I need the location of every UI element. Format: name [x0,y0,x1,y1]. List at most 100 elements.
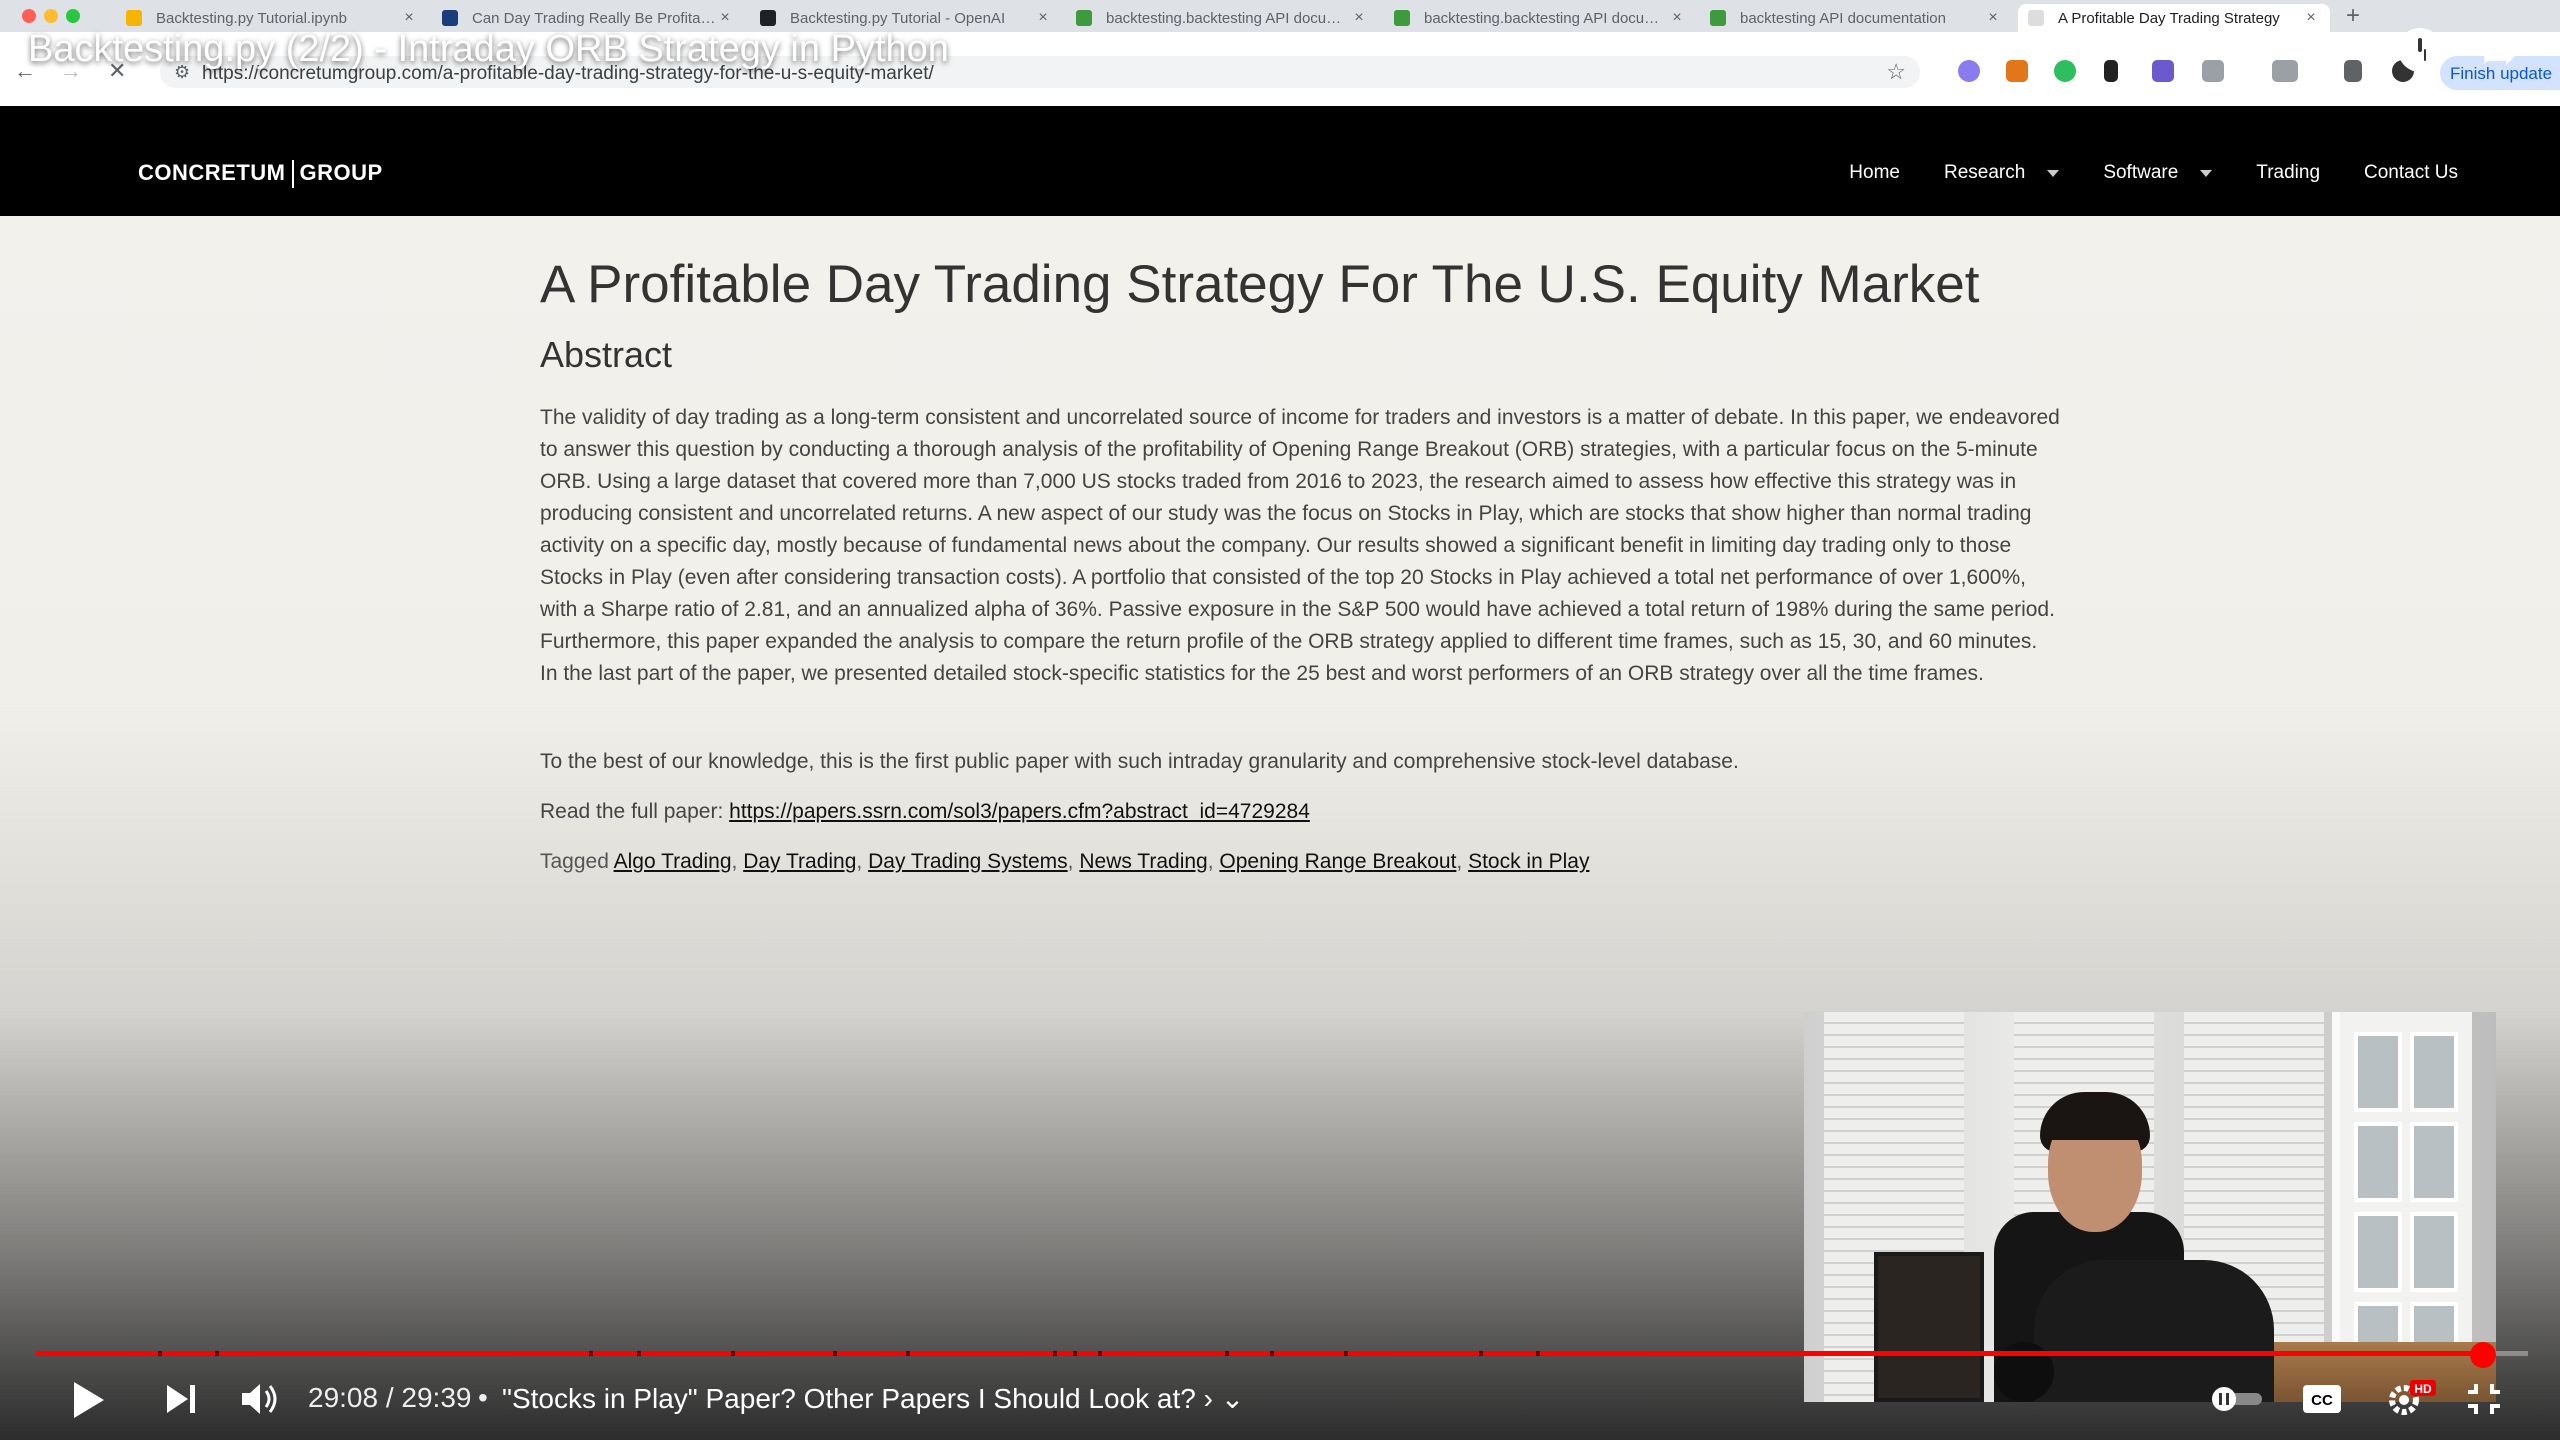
tagged-label: Tagged [540,850,609,873]
abstract-heading: Abstract [540,334,673,375]
nav-item-trading[interactable]: Trading [2256,162,2320,184]
logo-right-text: GROUP [299,160,383,185]
tag-link[interactable]: Stock in Play [1468,850,1589,873]
chapter-title[interactable]: "Stocks in Play" Paper? Other Papers I S… [502,1382,1244,1415]
tag-link[interactable]: Opening Range Breakout [1219,850,1456,873]
volume-icon[interactable] [240,1380,280,1418]
chapter-marker [1269,1351,1274,1356]
tab-label: backtesting.backtesting API documentatio… [1424,9,1668,27]
read-full-label: Read the full paper: [540,800,724,823]
maximize-window-icon[interactable] [66,9,80,23]
site-logo[interactable]: CONCRETUM GROUP [138,160,383,189]
chapter-marker [731,1351,736,1356]
extension-icon-1[interactable] [1958,60,1980,82]
tab-favicon-icon [760,10,776,26]
nav-item-software[interactable]: Software [2103,162,2213,184]
download-icon[interactable] [2344,60,2362,82]
nav-item-label: Contact Us [2364,162,2458,183]
paper-link[interactable]: https://papers.ssrn.com/sol3/papers.cfm?… [729,800,1310,823]
tab-label: backtesting API documentation [1740,9,1946,27]
tag-separator: , [856,850,869,873]
chapter-marker [1478,1351,1483,1356]
tab-favicon-icon [1394,10,1410,26]
tab-label: Backtesting.py Tutorial.ipynb [156,9,347,27]
presenter-hair-top [2044,1096,2148,1140]
article-title: A Profitable Day Trading Strategy For Th… [540,255,1980,314]
nav-item-label: Software [2103,162,2179,183]
share-icon[interactable]: ➦ [2482,30,2517,79]
tab-favicon-icon [1076,10,1092,26]
tag-link[interactable]: Day Trading [743,850,856,873]
dropdown-caret-icon [2200,169,2213,177]
chapter-marker [215,1351,220,1356]
browser-tab[interactable]: backtesting.backtesting API documentatio… [1384,4,1696,32]
chapter-marker [1052,1351,1057,1356]
tab-close-icon[interactable]: × [2302,9,2320,27]
player-controls: 29:08 / 29:39 • "Stocks in Play" Paper? … [0,1370,2560,1430]
tag-link[interactable]: News Trading [1079,850,1207,873]
minimize-window-icon[interactable] [44,9,58,23]
tab-favicon-icon [126,10,142,26]
play-icon[interactable] [70,1380,106,1420]
dropdown-caret-icon [2047,169,2060,177]
chapter-separator: • [478,1382,488,1413]
scrubber-handle[interactable] [2470,1342,2497,1368]
chapter-marker [1072,1351,1077,1356]
exit-fullscreen-icon[interactable] [2466,1382,2502,1416]
tab-close-icon[interactable]: × [1350,9,1368,27]
tag-link[interactable]: Algo Trading [614,850,732,873]
nav-item-label: Home [1849,162,1900,183]
video-title[interactable]: Backtesting.py (2/2) - Intraday ORB Stra… [28,28,949,71]
tab-close-icon[interactable]: × [400,9,418,27]
screen-share-icon[interactable] [2272,60,2298,82]
tab-label: A Profitable Day Trading Strategy [2058,9,2280,27]
tab-close-icon[interactable]: × [716,9,734,27]
logo-left-text: CONCRETUM [138,160,286,185]
nav-item-home[interactable]: Home [1849,162,1900,184]
browser-tab[interactable]: backtesting.backtesting API documentatio… [1066,4,1378,32]
cc-icon[interactable]: CC [2302,1384,2342,1414]
watch-later-icon[interactable] [2398,28,2442,72]
svg-text:CC: CC [2311,1392,2333,1409]
tag-separator: , [731,850,744,873]
settings-icon[interactable]: HD [2386,1378,2438,1418]
tab-label: backtesting.backtesting API documentatio… [1106,9,1350,27]
chapter-marker [833,1351,838,1356]
tab-favicon-icon [442,10,458,26]
autoplay-toggle[interactable] [2208,1384,2264,1414]
chapter-marker [1224,1351,1229,1356]
nav-item-research[interactable]: Research [1944,162,2060,184]
progress-bar[interactable] [36,1351,2528,1356]
chapter-marker [636,1351,641,1356]
svg-text:HD: HD [2414,1382,2432,1396]
site-header: CONCRETUM GROUP Home Research Software Tradi… [0,106,2560,216]
chapter-marker [1097,1351,1102,1356]
close-window-icon[interactable] [22,9,36,23]
tag-link[interactable]: Day Trading Systems [868,850,1068,873]
next-icon[interactable] [164,1382,198,1416]
bookmark-star-icon[interactable]: ☆ [1886,59,1906,85]
site-nav: Home Research Software Trading Contact Us [1849,162,2458,184]
nav-item-contact-us[interactable]: Contact Us [2364,162,2458,184]
tab-close-icon[interactable]: × [1668,9,1686,27]
browser-tab[interactable]: backtesting API documentation × [1700,4,2012,32]
tab-label: Backtesting.py Tutorial - OpenAI [790,9,1006,27]
tab-close-icon[interactable]: × [1984,9,2002,27]
tab-favicon-icon [1710,10,1726,26]
time-display: 29:08 / 29:39 [308,1382,472,1413]
abstract-text: The validity of day trading as a long-te… [540,406,2060,685]
metamask-extension-icon[interactable] [2006,60,2028,82]
chapter-marker [589,1351,594,1356]
read-full-paper: Read the full paper: https://papers.ssrn… [540,800,1310,824]
browser-tab[interactable]: A Profitable Day Trading Strategy × [2018,4,2330,32]
extension-icon-2[interactable] [2152,60,2174,82]
new-tab-icon[interactable]: + [2346,2,2360,30]
bookmark-extension-icon[interactable] [2104,60,2118,82]
webcam-inset [1804,1012,2496,1402]
tab-close-icon[interactable]: × [1034,9,1052,27]
tag-separator: , [1207,850,1220,873]
tag-separator: , [1067,850,1080,873]
extensions-puzzle-icon[interactable] [2202,60,2224,82]
evernote-extension-icon[interactable] [2054,60,2076,82]
logo-divider [291,160,294,189]
